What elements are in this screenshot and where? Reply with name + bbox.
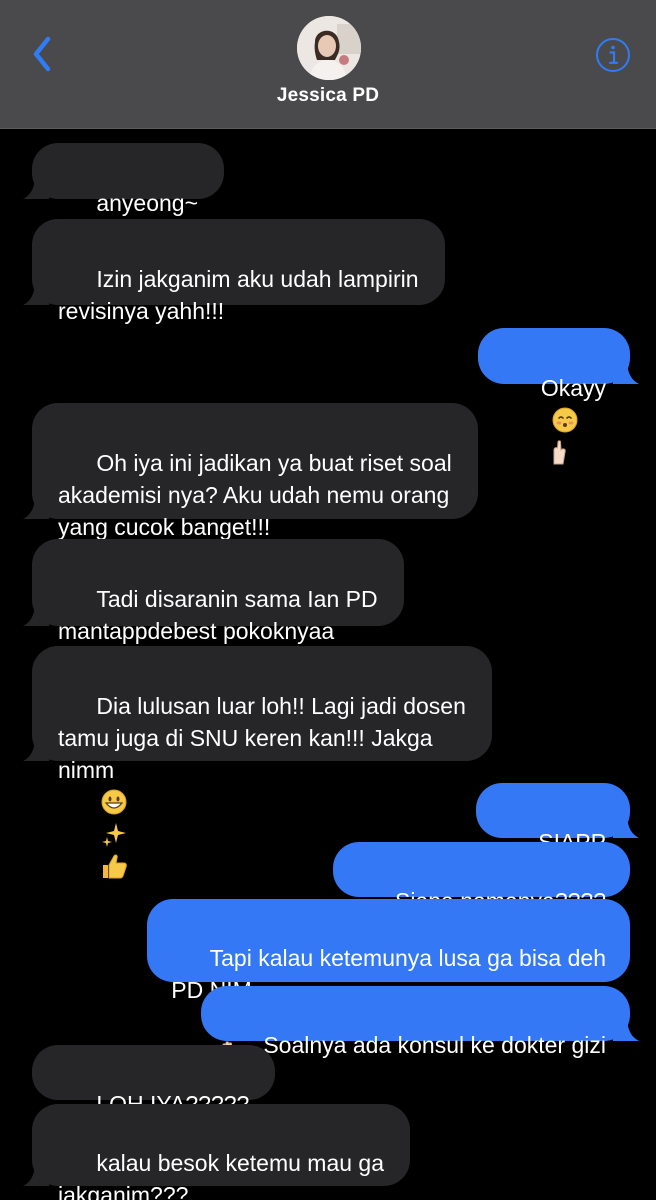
sparkles-icon — [102, 823, 127, 847]
bubble-tail — [23, 175, 49, 199]
bubble-tail — [23, 602, 49, 626]
thumbs-up-icon — [103, 854, 128, 879]
chevron-left-icon — [33, 36, 51, 72]
incoming-message[interactable]: Oh iya ini jadikan ya buat riset soal ak… — [23, 403, 478, 540]
contact-name[interactable]: Jessica PD — [0, 85, 656, 107]
avatar[interactable] — [297, 16, 361, 80]
message-text: anyeong~ — [96, 190, 199, 216]
info-button[interactable] — [595, 37, 631, 73]
contact-photo — [297, 16, 361, 80]
pinching-hand-icon — [553, 440, 566, 465]
messages-screen: Jessica PD anyeong~ Izin jakganim aku ud… — [0, 0, 656, 1200]
bubble-tail — [613, 1017, 639, 1041]
conversation-header: Jessica PD — [0, 0, 656, 129]
message-text: Okayy — [540, 375, 606, 401]
back-button[interactable] — [28, 34, 58, 74]
incoming-message[interactable]: Tadi disaranin sama Ian PD mantappdebest… — [23, 539, 404, 708]
kissing-face-icon — [552, 407, 578, 433]
incoming-message[interactable]: anyeong~ — [23, 143, 225, 246]
message-text: kalau besok ketemu mau ga jakganim??? — [58, 1150, 385, 1200]
incoming-message[interactable]: Izin jakganim aku udah lampirin revisiny… — [23, 219, 445, 324]
message-text: Oh iya ini jadikan ya buat riset soal ak… — [58, 450, 452, 540]
message-text: Dia lulusan luar loh!! Lagi jadi dosen t… — [58, 693, 466, 783]
message-thread[interactable]: anyeong~ Izin jakganim aku udah lampirin… — [0, 128, 656, 1200]
outgoing-message[interactable]: Tapi kalau ketemunya lusa ga bisa deh PD… — [147, 899, 630, 1067]
bubble-tail — [23, 1162, 49, 1186]
incoming-message[interactable]: Dia lulusan luar loh!! Lagi jadi dosen t… — [23, 646, 492, 879]
message-text: Tadi disaranin sama Ian PD mantappdebest… — [58, 586, 378, 644]
info-icon — [596, 38, 630, 72]
outgoing-message[interactable]: SIAPP — [475, 783, 639, 884]
outgoing-message[interactable]: Soalnya ada konsul ke dokter gizi — [201, 986, 639, 1058]
outgoing-message[interactable]: Okayy — [478, 328, 639, 465]
message-text: Soalnya ada konsul ke dokter gizi — [263, 1032, 606, 1058]
bubble-tail — [23, 281, 49, 305]
bubble-tail — [23, 737, 49, 761]
grinning-face-icon — [101, 789, 127, 815]
bubble-tail — [613, 814, 639, 838]
bubble-tail — [613, 360, 639, 384]
message-text: Izin jakganim aku udah lampirin revisiny… — [58, 266, 419, 324]
incoming-message[interactable]: LOH IYA????? — [32, 1045, 276, 1117]
incoming-message[interactable]: kalau besok ketemu mau ga jakganim??? — [23, 1104, 411, 1200]
bubble-tail — [23, 495, 49, 519]
outgoing-message[interactable]: Siapa namanya???? — [332, 842, 630, 914]
